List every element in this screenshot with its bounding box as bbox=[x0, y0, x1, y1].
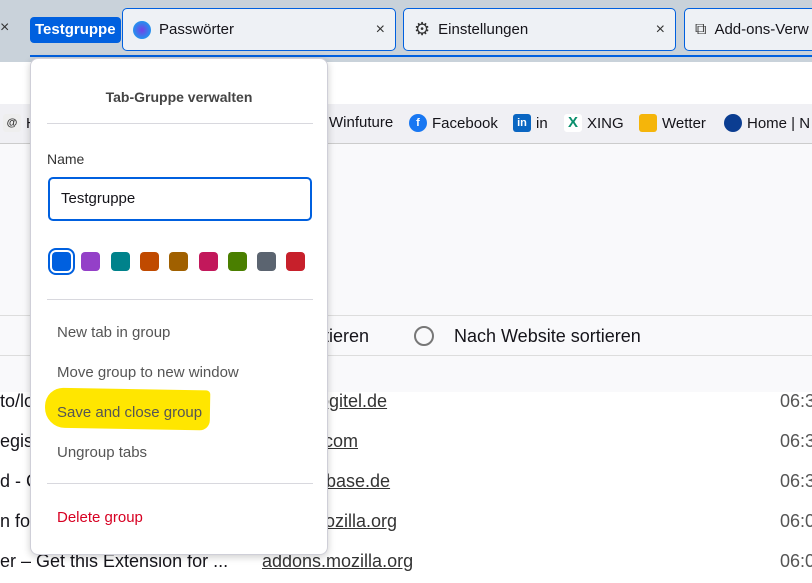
bookmark-winfuture[interactable]: Winfuture bbox=[329, 114, 393, 131]
tab-group-label[interactable]: Testgruppe bbox=[30, 17, 121, 43]
color-swatch[interactable] bbox=[227, 252, 247, 271]
at-icon: @ bbox=[3, 114, 21, 132]
bookmark-label: Home | N bbox=[747, 114, 811, 132]
bookmark-label: Wetter bbox=[662, 114, 706, 132]
row-time: 06:0 bbox=[780, 551, 812, 571]
sort-option-label[interactable]: Nach Website sortieren bbox=[454, 326, 641, 347]
close-icon[interactable]: × bbox=[376, 21, 385, 39]
panel-title: Tab-Gruppe verwalten bbox=[105, 89, 253, 105]
bookmark-label: Winfuture bbox=[329, 114, 394, 131]
tab-title: Einstellungen bbox=[438, 21, 529, 38]
divider bbox=[47, 483, 313, 484]
close-icon[interactable]: × bbox=[0, 19, 9, 37]
tab-addons[interactable]: ⧉ Add-ons-Verw bbox=[684, 8, 812, 51]
menu-item-new-tab-in-group[interactable]: New tab in group bbox=[57, 324, 170, 341]
row-title: to/lo bbox=[0, 391, 35, 411]
puzzle-icon: ⧉ bbox=[695, 20, 707, 38]
color-swatch[interactable] bbox=[169, 252, 189, 271]
bookmark-facebook[interactable]: f Facebook bbox=[409, 114, 498, 132]
tab-einstellungen[interactable]: ⚙ Einstellungen × bbox=[403, 8, 676, 51]
name-input[interactable]: Testgruppe bbox=[48, 177, 312, 221]
tab-title: Add-ons-Verw bbox=[714, 21, 809, 38]
tab-group-editor-panel: Tab-Gruppe verwalten Name Testgruppe New… bbox=[30, 58, 328, 555]
row-time: 06:3 bbox=[780, 431, 812, 451]
color-swatch[interactable] bbox=[139, 252, 159, 271]
name-label: Name bbox=[47, 151, 85, 167]
color-swatch[interactable] bbox=[286, 252, 306, 271]
color-swatch[interactable] bbox=[110, 252, 130, 271]
group-underline bbox=[30, 55, 812, 57]
divider bbox=[47, 299, 313, 300]
menu-item-ungroup[interactable]: Ungroup tabs bbox=[57, 444, 147, 461]
color-swatch[interactable] bbox=[81, 252, 101, 271]
facebook-icon: f bbox=[409, 114, 427, 132]
divider bbox=[47, 123, 313, 124]
menu-item-move-group[interactable]: Move group to new window bbox=[57, 364, 239, 381]
menu-item-save-and-close[interactable]: Save and close group bbox=[57, 404, 202, 421]
bookmark-label: XING bbox=[587, 114, 624, 132]
gear-icon: ⚙ bbox=[414, 19, 431, 39]
color-swatch[interactable] bbox=[198, 252, 218, 271]
bookmark-xing[interactable]: X XING bbox=[564, 114, 624, 132]
color-swatch[interactable] bbox=[257, 252, 277, 271]
xing-icon: X bbox=[564, 114, 582, 132]
row-time: 06:0 bbox=[780, 511, 812, 531]
tab-title: Passwörter bbox=[159, 21, 235, 38]
bookmark-nasa[interactable]: Home | N bbox=[724, 114, 810, 132]
linkedin-icon: in bbox=[513, 114, 531, 132]
close-icon[interactable]: × bbox=[656, 21, 665, 39]
radio-website[interactable] bbox=[414, 326, 434, 346]
bookmark-wetter[interactable]: Wetter bbox=[639, 114, 706, 132]
nasa-icon bbox=[724, 114, 742, 132]
color-swatch[interactable] bbox=[48, 248, 75, 275]
row-time: 06:3 bbox=[780, 471, 812, 491]
weather-icon bbox=[639, 114, 657, 132]
bookmark-label: in bbox=[536, 114, 548, 132]
firefox-icon bbox=[133, 20, 151, 39]
bookmark-linkedin[interactable]: in in bbox=[513, 114, 548, 132]
menu-item-delete-group[interactable]: Delete group bbox=[57, 509, 143, 526]
bookmark-label: Facebook bbox=[432, 114, 498, 132]
row-title: n fo bbox=[0, 511, 31, 531]
row-time: 06:3 bbox=[780, 391, 812, 411]
tab-passwoerter[interactable]: Passwörter × bbox=[122, 8, 396, 51]
tab-strip: × Testgruppe Passwörter × ⚙ Einstellunge… bbox=[0, 0, 812, 62]
